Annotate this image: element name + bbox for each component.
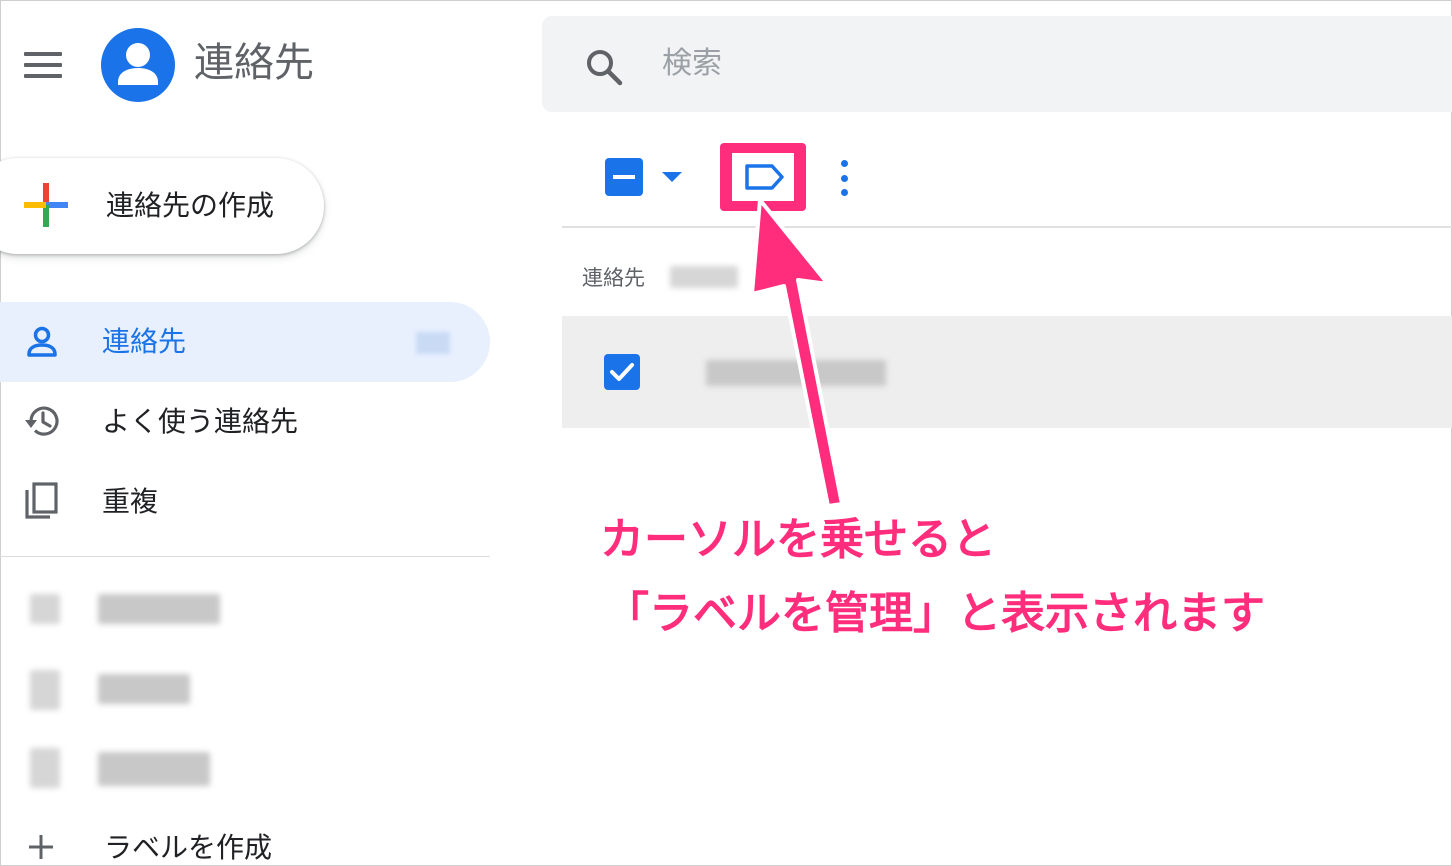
menu-bar	[24, 74, 62, 78]
search-icon[interactable]	[584, 47, 624, 87]
create-label-text: ラベルを作成	[104, 831, 273, 864]
main-menu-button[interactable]	[24, 52, 62, 78]
sidebar-item-label: 重複	[102, 485, 159, 518]
annotation-line-2: 「ラベルを管理」と表示されます	[605, 588, 1265, 639]
colorful-plus-icon	[24, 183, 68, 227]
menu-bar	[24, 52, 62, 56]
annotation-line-1: カーソルを乗せると	[600, 514, 996, 565]
label-item-icon[interactable]	[30, 670, 60, 710]
chevron-down-icon[interactable]	[662, 172, 682, 182]
label-item-name[interactable]	[98, 594, 220, 624]
select-all-checkbox[interactable]	[605, 158, 643, 196]
history-icon	[25, 406, 59, 436]
label-icon	[745, 164, 784, 190]
contacts-logo-icon	[101, 28, 175, 102]
person-icon	[27, 326, 57, 357]
list-header: 連絡先	[582, 266, 645, 290]
contact-row[interactable]	[562, 316, 1452, 428]
duplicate-icon	[25, 482, 58, 519]
plus-icon	[29, 835, 53, 859]
label-item-name[interactable]	[98, 752, 210, 786]
dot	[840, 189, 848, 196]
sidebar-item-label: 連絡先	[102, 325, 187, 358]
label-item-icon[interactable]	[30, 748, 60, 788]
row-checkbox[interactable]	[604, 354, 640, 390]
sidebar-item-duplicates[interactable]	[0, 462, 490, 542]
sidebar-item-label: よく使う連絡先	[102, 405, 299, 438]
toolbar-divider	[562, 226, 1452, 228]
label-item-name[interactable]	[98, 674, 190, 704]
checkmark-icon	[610, 363, 634, 381]
dot	[840, 174, 848, 182]
list-count	[670, 266, 738, 288]
create-contact-label: 連絡先の作成	[106, 189, 275, 222]
app-title: 連絡先	[194, 40, 314, 86]
contact-count-badge	[416, 332, 450, 354]
more-options-button[interactable]	[834, 158, 854, 198]
menu-bar	[24, 63, 62, 67]
dot	[840, 160, 848, 167]
sidebar-divider	[0, 556, 490, 557]
manage-labels-button[interactable]	[732, 153, 794, 201]
search-placeholder: 検索	[662, 46, 722, 81]
label-item-icon[interactable]	[30, 594, 60, 624]
annotation-arrow	[750, 200, 844, 508]
